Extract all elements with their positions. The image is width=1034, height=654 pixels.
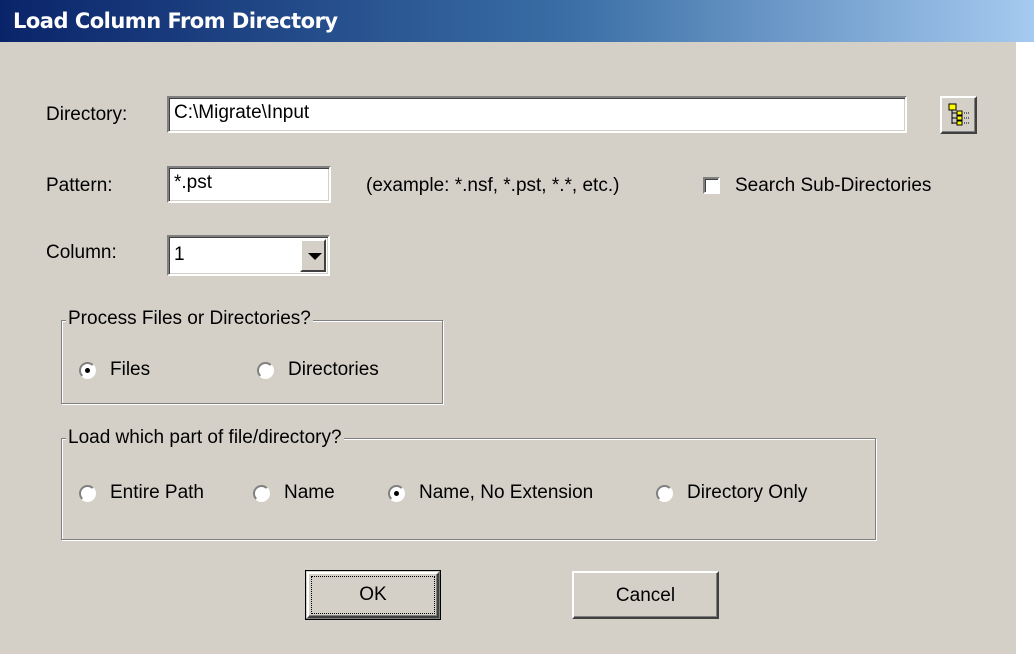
search-subdirectories-checkbox[interactable] <box>703 177 720 194</box>
pattern-example-text: (example: *.nsf, *.pst, *.*, etc.) <box>366 175 620 196</box>
directory-value: C:\Migrate\Input <box>174 102 310 123</box>
chevron-down-icon <box>308 253 322 260</box>
name-no-extension-radio[interactable] <box>388 485 405 502</box>
directory-label: Directory: <box>46 104 128 125</box>
files-label[interactable]: Files <box>110 359 150 381</box>
directory-input[interactable]: C:\Migrate\Input <box>167 96 907 133</box>
entire-path-radio[interactable] <box>79 485 96 502</box>
directories-label[interactable]: Directories <box>288 359 379 381</box>
directory-only-label[interactable]: Directory Only <box>687 482 807 504</box>
directory-only-radio[interactable] <box>656 485 673 502</box>
pattern-label: Pattern: <box>46 175 113 196</box>
pattern-value: *.pst <box>174 172 213 193</box>
name-label[interactable]: Name <box>284 482 335 504</box>
name-radio[interactable] <box>253 485 270 502</box>
search-subdirectories-label[interactable]: Search Sub-Directories <box>735 175 931 197</box>
window-title: Load Column From Directory <box>13 9 338 33</box>
name-no-extension-label[interactable]: Name, No Extension <box>419 482 593 504</box>
cancel-button-label: Cancel <box>615 585 676 606</box>
column-value: 1 <box>174 244 185 265</box>
ok-button-label: OK <box>359 584 387 605</box>
process-group-legend: Process Files or Directories? <box>66 308 313 330</box>
folder-tree-icon <box>948 103 969 126</box>
window-edge <box>1016 42 1034 654</box>
files-radio[interactable] <box>79 362 96 379</box>
column-dropdown-button[interactable] <box>300 239 326 272</box>
ok-button[interactable]: OK <box>305 570 441 620</box>
column-select[interactable]: 1 <box>167 235 330 276</box>
load-part-group-legend: Load which part of file/directory? <box>66 427 344 449</box>
cancel-button[interactable]: Cancel <box>572 571 719 619</box>
pattern-input[interactable]: *.pst <box>167 166 331 203</box>
radio-selected-dot <box>85 368 90 373</box>
directories-radio[interactable] <box>257 362 274 379</box>
column-label: Column: <box>46 242 117 263</box>
dialog-window: Load Column From Directory Directory: C:… <box>0 0 1034 654</box>
browse-button[interactable] <box>940 96 977 134</box>
entire-path-label[interactable]: Entire Path <box>110 482 204 504</box>
radio-selected-dot <box>394 491 399 496</box>
title-bar[interactable]: Load Column From Directory <box>0 0 1034 42</box>
